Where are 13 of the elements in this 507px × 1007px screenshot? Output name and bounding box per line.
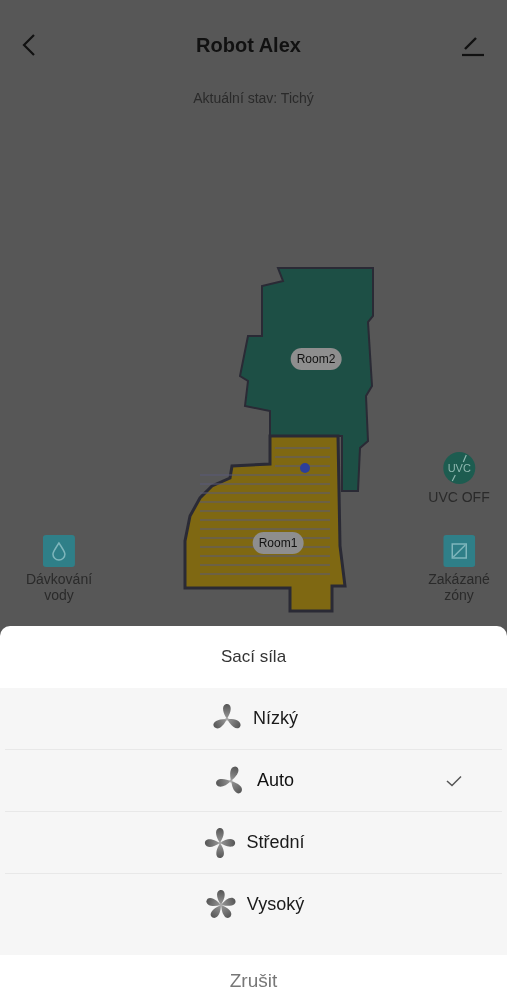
room-label[interactable]: Room2 bbox=[290, 348, 342, 370]
back-icon[interactable] bbox=[22, 33, 36, 57]
suction-option[interactable]: Nízký bbox=[5, 688, 502, 749]
uvc-icon[interactable]: UVC bbox=[442, 451, 476, 485]
suction-option[interactable]: Střední bbox=[5, 811, 502, 873]
suction-option[interactable]: Auto bbox=[5, 749, 502, 811]
pencil-square-icon[interactable] bbox=[443, 535, 475, 567]
suction-option[interactable]: Vysoký bbox=[5, 873, 502, 935]
water-drop-icon[interactable] bbox=[43, 535, 75, 567]
screen-title: Robot Alex bbox=[196, 33, 301, 57]
room-label[interactable]: Room1 bbox=[252, 532, 304, 554]
sheet-title: Sací síla bbox=[219, 646, 288, 668]
check-icon bbox=[446, 774, 462, 787]
